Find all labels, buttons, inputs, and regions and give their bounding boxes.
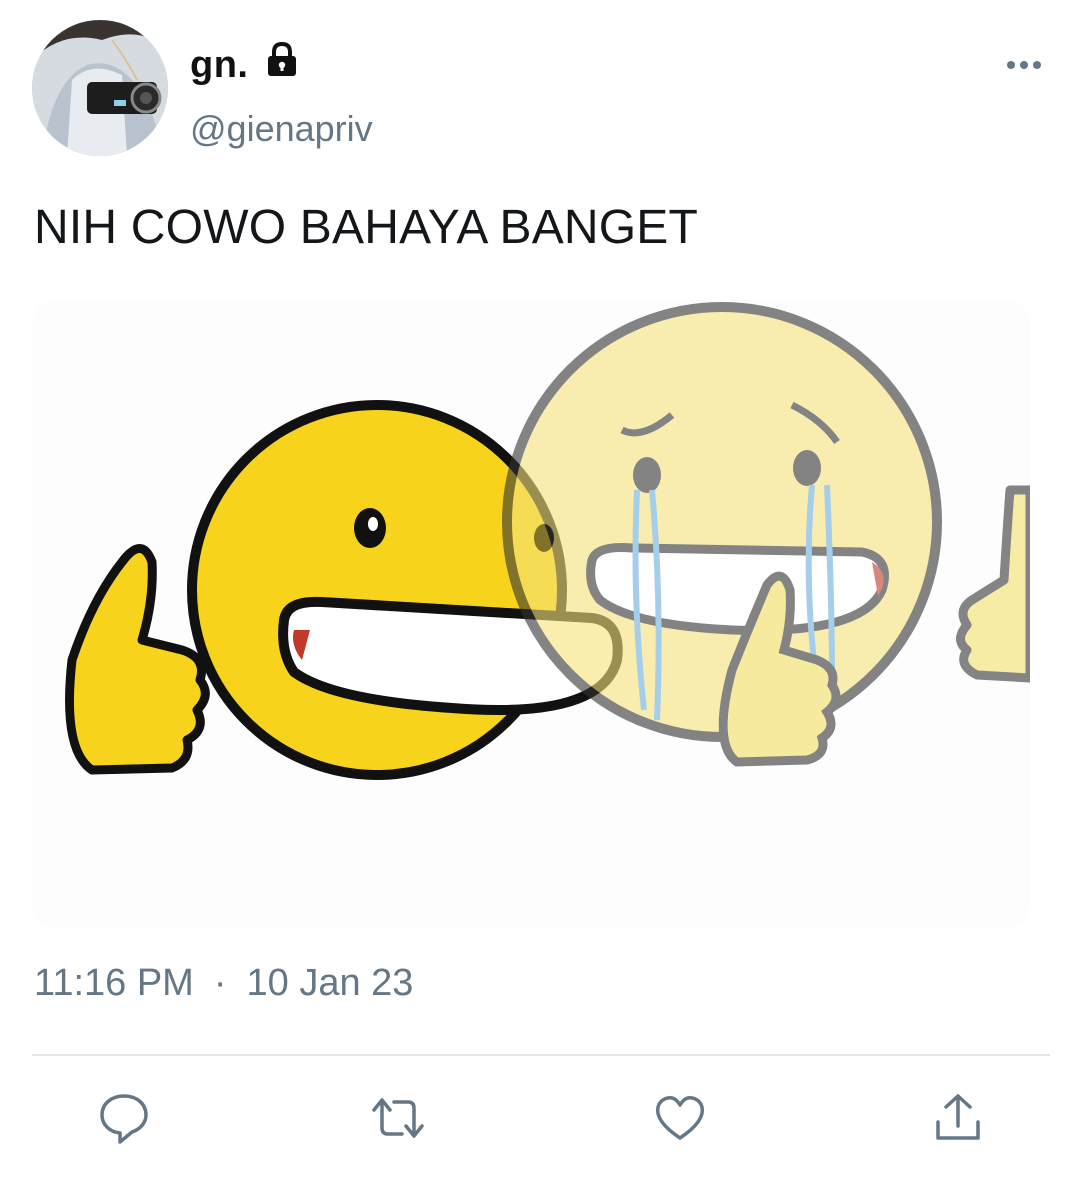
share-button[interactable]: [930, 1090, 986, 1146]
heart-icon: [655, 1096, 705, 1140]
display-name[interactable]: gn.: [190, 44, 248, 87]
retweet-arrows-icon: [372, 1098, 424, 1138]
like-button[interactable]: [652, 1090, 708, 1146]
divider: [32, 1054, 1050, 1056]
tweet-timestamp[interactable]: 11:16 PM · 10 Jan 23: [34, 962, 413, 1005]
tweet-media-image[interactable]: [32, 300, 1030, 928]
avatar-photo: [32, 20, 168, 156]
avatar[interactable]: [32, 20, 168, 156]
tweet-date: 10 Jan 23: [246, 962, 414, 1004]
user-handle[interactable]: @gienapriv: [190, 108, 373, 150]
lock-icon: [268, 41, 296, 76]
share-upload-icon: [936, 1094, 980, 1140]
speech-bubble-icon: [100, 1094, 148, 1144]
tweet-text: NIH COWO BAHAYA BANGET: [34, 201, 699, 254]
more-options-icon[interactable]: [1002, 50, 1046, 80]
retweet-button[interactable]: [370, 1090, 426, 1146]
tweet-time: 11:16 PM: [34, 962, 194, 1004]
reply-button[interactable]: [96, 1090, 152, 1146]
timestamp-separator: ·: [213, 962, 227, 1004]
emoji-meme-illustration: [32, 300, 1030, 928]
